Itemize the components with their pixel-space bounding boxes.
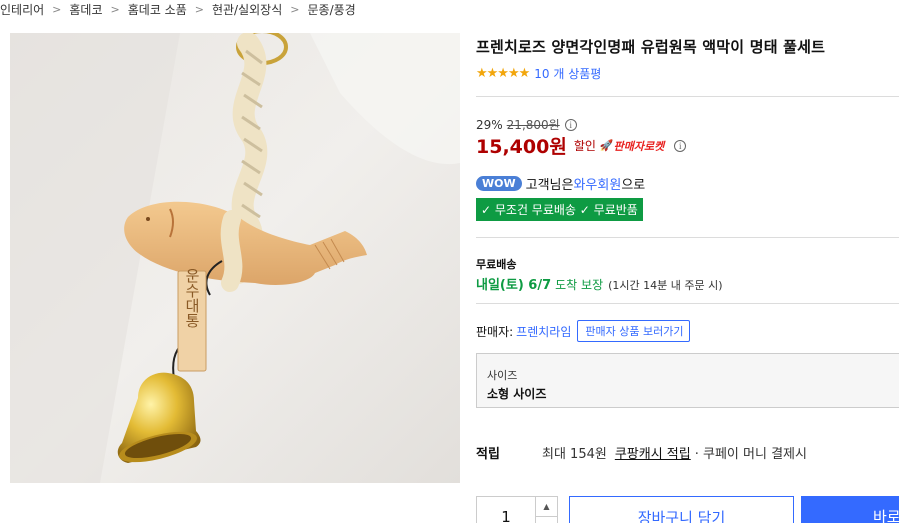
original-price: 21,800원: [506, 118, 560, 132]
breadcrumb: 인테리어 > 홈데코 > 홈데코 소품 > 현관/실외장식 > 문종/풍경: [0, 0, 356, 18]
divider: [476, 303, 899, 304]
chevron-right-icon: >: [110, 2, 120, 16]
reward-amount: 최대 154원: [542, 447, 607, 462]
seller-label: 판매자:: [476, 324, 514, 339]
info-icon[interactable]: i: [564, 118, 577, 131]
chevron-down-icon[interactable]: ▼: [536, 517, 557, 523]
reward-condition: · 쿠페이 머니 결제시: [694, 447, 807, 462]
seller-row: 판매자: 프렌치라임 판매자 상품 보러가기: [476, 320, 691, 342]
free-shipping-badge: ✓ 무조건 무료배송 ✓ 무료반품: [476, 198, 643, 221]
wow-member-text: 와우회원: [573, 178, 622, 193]
add-to-cart-button[interactable]: 장바구니 담기: [569, 496, 794, 523]
name-tag-graphic: 운수대통: [177, 268, 207, 372]
delivery-condition: (1시간 14분 내 주문 시): [608, 279, 723, 292]
breadcrumb-item[interactable]: 현관/실외장식: [212, 1, 282, 18]
reward-label: 적립: [476, 447, 500, 462]
original-price-row: 29% 21,800원 i: [476, 116, 577, 133]
seller-products-button[interactable]: 판매자 상품 보러가기: [577, 320, 691, 342]
info-icon[interactable]: i: [674, 139, 687, 152]
quantity-stepper[interactable]: ▲ ▼: [536, 496, 558, 523]
rating-row: ★★★★★ 10 개 상품평: [476, 65, 601, 82]
breadcrumb-item[interactable]: 홈데코: [69, 1, 102, 18]
seller-rocket-badge: 판매자로켓: [613, 139, 665, 153]
seller-name-link[interactable]: 프렌치라임: [516, 323, 571, 340]
sale-price-row: 15,400원 할인 🚀 판매자로켓 i: [476, 132, 687, 159]
breadcrumb-item[interactable]: 문종/풍경: [307, 1, 355, 18]
size-option-value: 소형 사이즈: [487, 387, 547, 401]
sale-label: 할인: [573, 139, 596, 153]
rocket-icon: 🚀: [599, 139, 614, 152]
buy-now-button[interactable]: 바로: [801, 496, 899, 523]
shipping-label: 무료배송: [476, 258, 517, 271]
divider: [476, 96, 899, 97]
wow-text-pre: 고객님은: [525, 178, 574, 193]
star-rating-icon: ★★★★★: [476, 66, 530, 81]
chevron-right-icon: >: [52, 2, 62, 16]
chevron-right-icon: >: [194, 2, 204, 16]
delivery-date: 내일(토) 6/7: [476, 278, 552, 293]
tag-text: 운수대통: [183, 268, 201, 328]
product-image[interactable]: 운수대통: [10, 33, 460, 483]
breadcrumb-item[interactable]: 인테리어: [0, 1, 44, 18]
chevron-up-icon[interactable]: ▲: [536, 497, 557, 517]
size-option-select[interactable]: 사이즈 소형 사이즈: [476, 353, 899, 408]
delivery-guarantee: 도착 보장: [555, 278, 604, 292]
divider: [476, 237, 899, 238]
delivery-row: 내일(토) 6/7 도착 보장 (1시간 14분 내 주문 시): [476, 274, 723, 293]
chevron-right-icon: >: [290, 2, 300, 16]
product-title: 프렌치로즈 양면각인명패 유럽원목 액막이 명태 풀세트: [476, 38, 826, 56]
reward-row: 적립 최대 154원 쿠팡캐시 적립 · 쿠페이 머니 결제시: [476, 443, 807, 462]
review-count-link[interactable]: 10 개 상품평: [534, 65, 601, 82]
discount-rate: 29%: [476, 117, 503, 132]
wow-member-row: WOW 고객님은 와우회원 으로: [476, 174, 645, 193]
coupang-cash-link[interactable]: 쿠팡캐시 적립: [615, 443, 691, 462]
wow-badge: WOW: [476, 176, 522, 191]
size-option-label: 사이즈: [487, 369, 518, 382]
wow-text-post: 으로: [621, 178, 646, 193]
quantity-input[interactable]: 1: [476, 496, 536, 523]
breadcrumb-item[interactable]: 홈데코 소품: [128, 1, 187, 18]
sale-price: 15,400원: [476, 136, 567, 158]
